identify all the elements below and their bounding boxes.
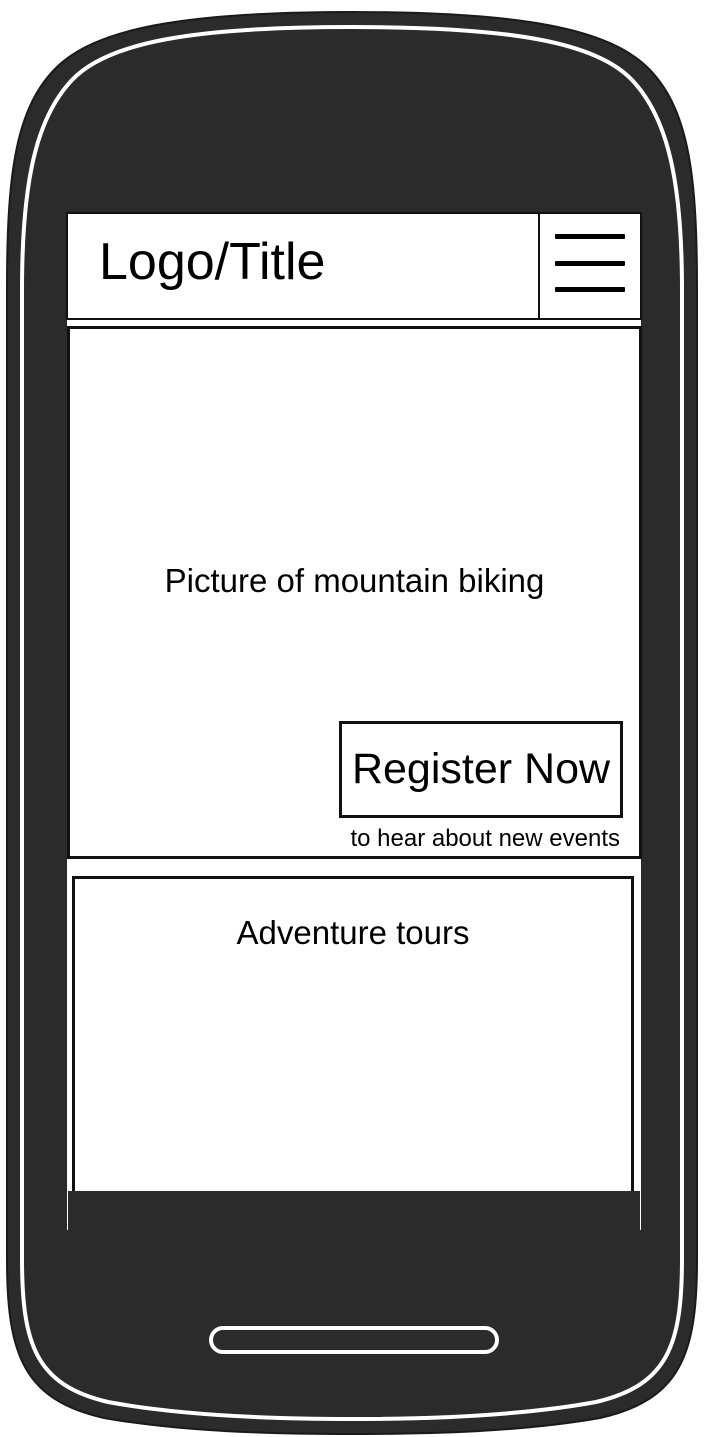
hero-caption: Picture of mountain biking (164, 562, 545, 599)
site-header: Logo/Title (66, 212, 642, 320)
register-note: to hear about new events (350, 825, 620, 852)
adventure-tours-section: Adventure tours (72, 876, 634, 1202)
hamburger-menu-icon-line-bottom (555, 287, 625, 292)
register-now-button[interactable]: Register Now (339, 721, 623, 818)
screen-bottom-bar (68, 1191, 640, 1230)
hero-image-placeholder: Picture of mountain biking Register Now … (67, 326, 642, 859)
adventure-tours-title: Adventure tours (236, 914, 470, 951)
logo-title[interactable]: Logo/Title (99, 230, 325, 294)
home-button[interactable] (209, 1326, 499, 1354)
menu-button[interactable] (538, 212, 642, 320)
hamburger-menu-icon-line-top (555, 234, 625, 239)
hamburger-menu-icon-line-middle (555, 261, 625, 266)
